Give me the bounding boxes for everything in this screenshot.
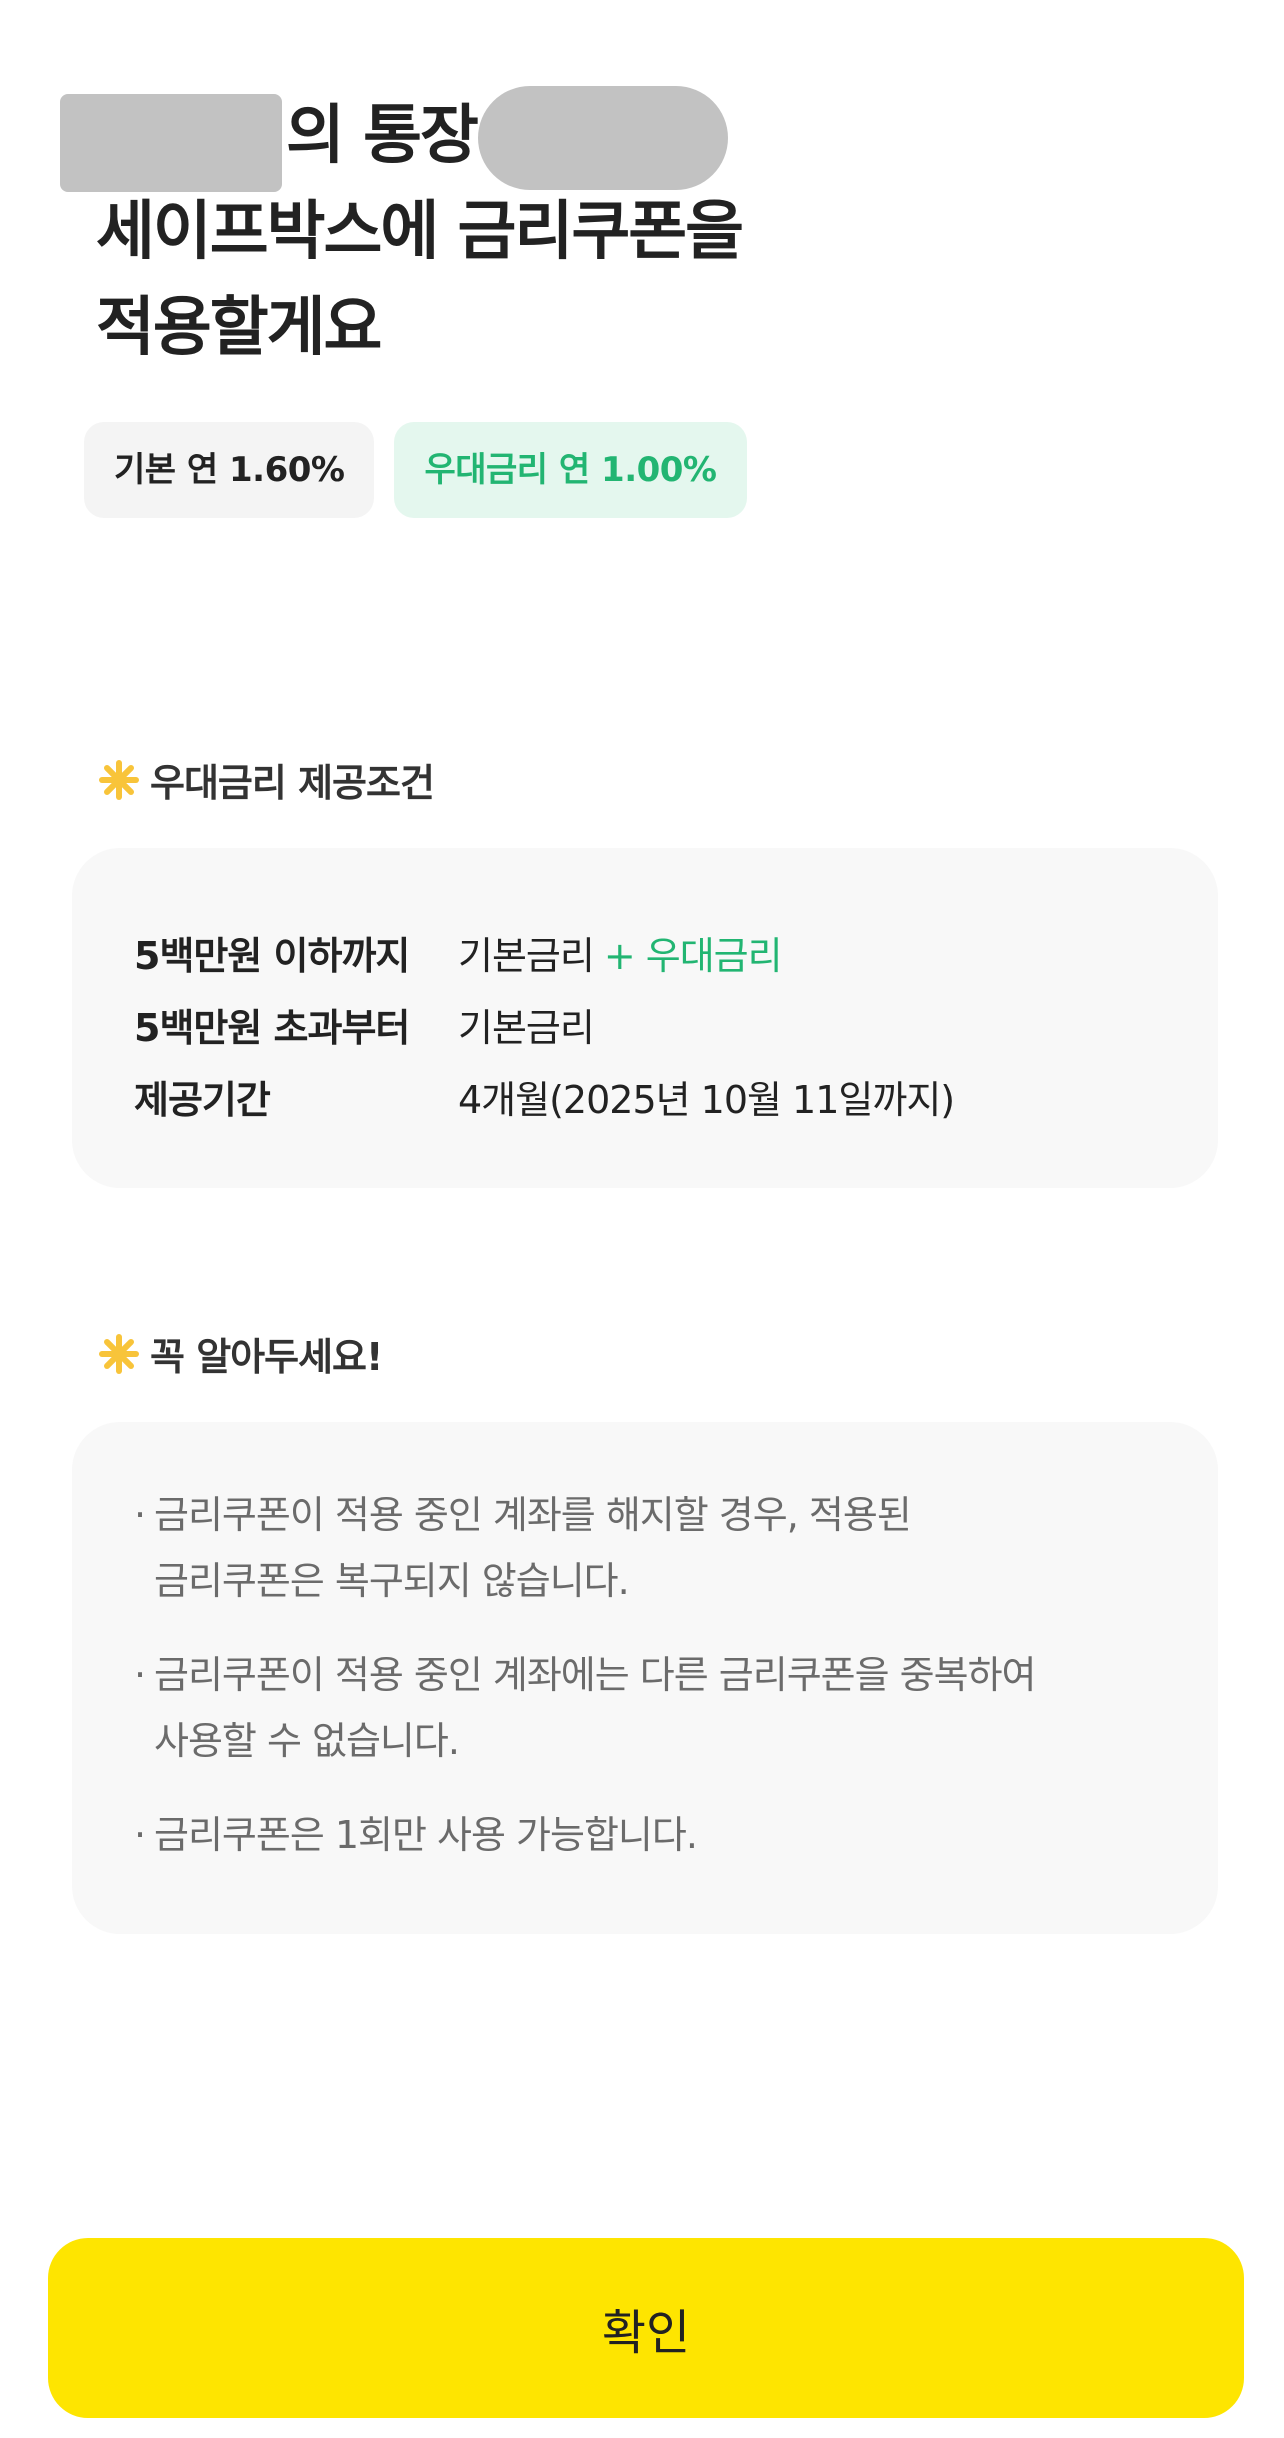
bullet-dot: ·	[134, 1493, 146, 1537]
notice-heading-text: 꼭 알아두세요!	[150, 1335, 383, 1379]
preferential-rate-badge: 우대금리 연 1.00%	[394, 422, 747, 518]
page-title: 의 통장 세이프박스에 금리쿠폰을 적용할게요	[60, 86, 1196, 376]
asterisk-star-icon	[99, 759, 139, 800]
notice-text: 금리쿠폰이 적용 중인 계좌를 해지할 경우, 적용된 금리쿠폰은 복구되지 않…	[154, 1493, 912, 1603]
bullet-dot: ·	[134, 1813, 146, 1857]
condition-row: 5백만원 이하까지 기본금리 + 우대금리	[134, 916, 1156, 988]
conditions-heading-text: 우대금리 제공조건	[150, 761, 435, 805]
condition-value: 기본금리	[458, 933, 595, 978]
coupon-apply-screen: 의 통장 세이프박스에 금리쿠폰을 적용할게요 기본 연 1.60% 우대금리 …	[0, 0, 1284, 2438]
base-rate-badge: 기본 연 1.60%	[84, 422, 375, 518]
notice-card: · 금리쿠폰이 적용 중인 계좌를 해지할 경우, 적용된 금리쿠폰은 복구되지…	[72, 1422, 1218, 1934]
condition-value: 4개월(2025년 10월 11일까지)	[458, 1077, 955, 1122]
condition-row: 5백만원 초과부터 기본금리	[134, 988, 1156, 1060]
notice-text: 금리쿠폰은 1회만 사용 가능합니다.	[154, 1813, 698, 1857]
bullet-dot: ·	[134, 1653, 146, 1697]
condition-label: 제공기간	[134, 1077, 271, 1122]
notice-heading: 꼭 알아두세요!	[98, 1326, 383, 1381]
redacted-name-block	[60, 94, 282, 192]
title-line-2: 세이프박스에 금리쿠폰을	[96, 195, 744, 269]
condition-extra: + 우대금리	[603, 933, 783, 978]
notice-text: 금리쿠폰이 적용 중인 계좌에는 다른 금리쿠폰을 중복하여 사용할 수 없습니…	[154, 1653, 1037, 1763]
asterisk-star-icon	[99, 1333, 139, 1374]
title-line-1-text: 의 통장	[286, 99, 479, 173]
condition-row: 제공기간 4개월(2025년 10월 11일까지)	[134, 1060, 1156, 1132]
notice-item: · 금리쿠폰은 1회만 사용 가능합니다.	[134, 1802, 1156, 1868]
notice-item: · 금리쿠폰이 적용 중인 계좌를 해지할 경우, 적용된 금리쿠폰은 복구되지…	[134, 1482, 1156, 1614]
title-line-3: 적용할게요	[96, 291, 382, 365]
notice-item: · 금리쿠폰이 적용 중인 계좌에는 다른 금리쿠폰을 중복하여 사용할 수 없…	[134, 1642, 1156, 1774]
conditions-card: 5백만원 이하까지 기본금리 + 우대금리 5백만원 초과부터 기본금리 제공기…	[72, 848, 1218, 1188]
condition-label: 5백만원 이하까지	[134, 933, 410, 978]
condition-value: 기본금리	[458, 1005, 595, 1050]
confirm-button[interactable]: 확인	[48, 2238, 1244, 2418]
title-line-1: 의 통장	[60, 86, 1196, 192]
rate-chips: 기본 연 1.60% 우대금리 연 1.00%	[84, 422, 747, 518]
redacted-account-pill	[478, 86, 728, 190]
condition-label: 5백만원 초과부터	[134, 1005, 410, 1050]
conditions-heading: 우대금리 제공조건	[98, 752, 435, 807]
